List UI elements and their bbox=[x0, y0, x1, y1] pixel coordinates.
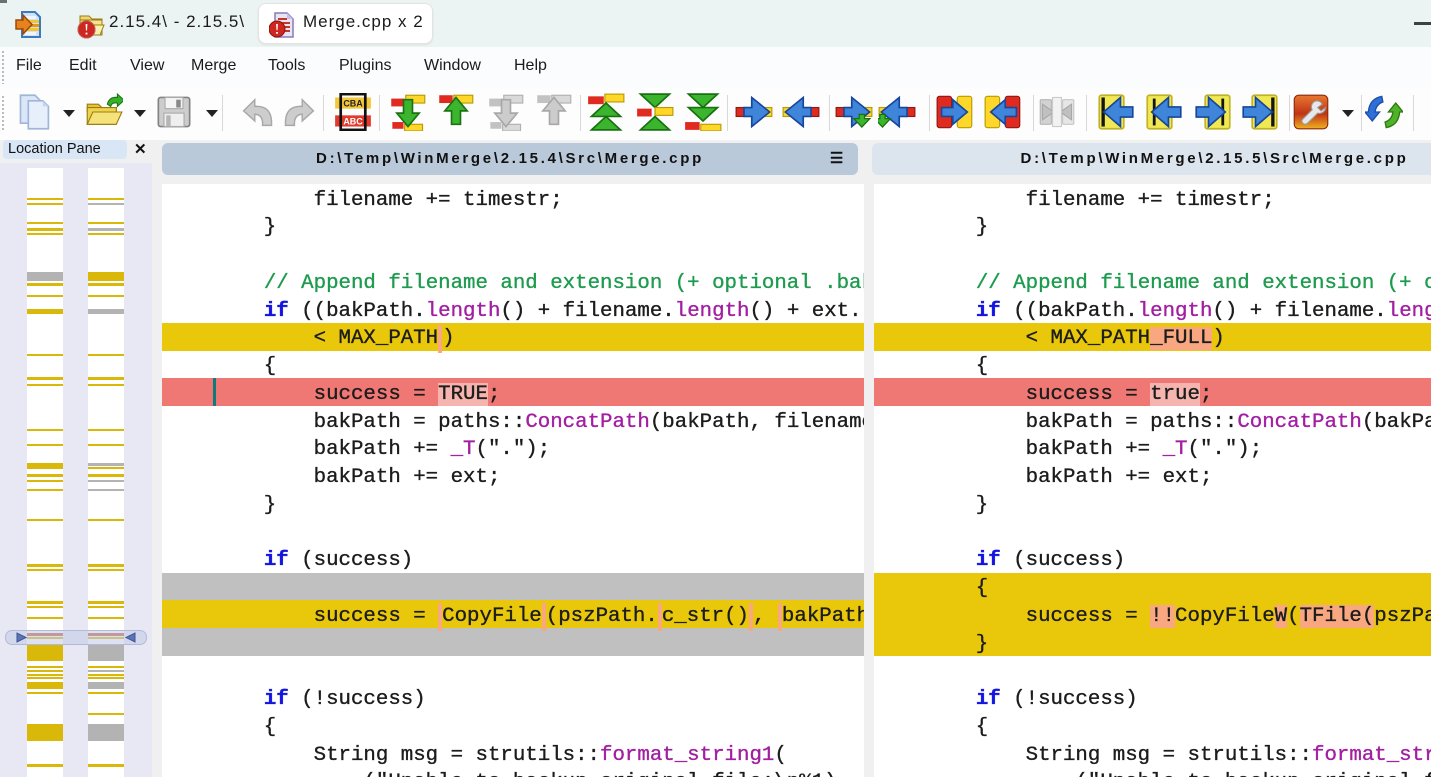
svg-text:CBA: CBA bbox=[343, 98, 363, 108]
svg-text:ABC: ABC bbox=[343, 116, 363, 126]
